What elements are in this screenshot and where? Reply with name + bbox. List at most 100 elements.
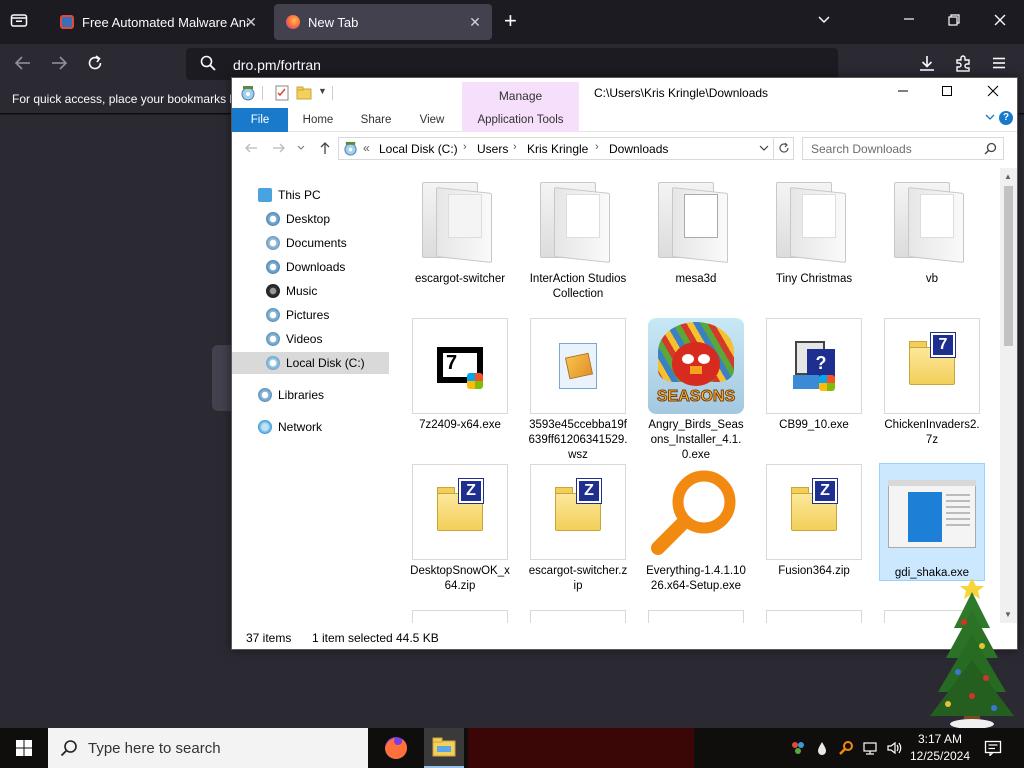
close-button[interactable] xyxy=(970,80,1016,106)
tray-network-icon[interactable] xyxy=(862,740,878,756)
forward-arrow-icon[interactable] xyxy=(50,54,68,78)
nav-desktop[interactable]: Desktop xyxy=(232,208,389,230)
back-arrow-icon[interactable] xyxy=(14,54,32,78)
nav-downloads[interactable]: Downloads xyxy=(232,256,389,278)
start-button[interactable] xyxy=(0,728,48,768)
file-item[interactable]: Z Fusion364.zip xyxy=(762,464,866,579)
browser-minimize-icon[interactable] xyxy=(902,12,916,32)
file-item[interactable]: 7 ChickenInvaders2.7z xyxy=(880,318,984,448)
address-history-chevron-icon[interactable] xyxy=(759,142,769,157)
nav-network[interactable]: Network xyxy=(232,416,389,438)
ribbon-tab-share[interactable]: Share xyxy=(350,108,402,132)
ribbon-tab-view[interactable]: View xyxy=(408,108,456,132)
file-name: ChickenInvaders2.7z xyxy=(884,419,980,446)
nav-music[interactable]: Music xyxy=(232,280,389,302)
forward-arrow-icon[interactable] xyxy=(272,141,286,159)
ribbon-tab-manage[interactable]: Manage xyxy=(462,82,579,109)
ribbon-tab-home[interactable]: Home xyxy=(292,108,344,132)
search-box[interactable] xyxy=(802,137,1004,160)
file-item[interactable]: SEASONS Angry_Birds_Seasons_Installer_4.… xyxy=(644,318,748,463)
browser-close-icon[interactable] xyxy=(993,13,1007,33)
ribbon-tab-application-tools[interactable]: Application Tools xyxy=(462,108,579,132)
file-item[interactable] xyxy=(762,610,866,623)
maximize-button[interactable] xyxy=(924,80,970,106)
close-tab-icon[interactable]: ✕ xyxy=(466,13,484,31)
file-item[interactable]: escargot-switcher xyxy=(408,172,512,287)
browser-restore-icon[interactable] xyxy=(947,13,961,33)
pc-drive-icon[interactable] xyxy=(240,85,256,101)
file-item[interactable]: Z escargot-switcher.zip xyxy=(526,464,630,594)
list-all-tabs-icon[interactable] xyxy=(10,12,28,34)
refresh-button[interactable] xyxy=(774,137,794,160)
breadcrumb-separator-icon[interactable]: › xyxy=(595,141,599,153)
breadcrumb-kris-kringle[interactable]: Kris Kringle xyxy=(527,142,588,156)
back-arrow-icon[interactable] xyxy=(244,141,258,159)
nav-local-disk[interactable]: Local Disk (C:) xyxy=(232,352,389,374)
search-icon[interactable] xyxy=(984,142,997,155)
tab-free-automated-malware-analysis[interactable]: Free Automated Malware Analy ✕ xyxy=(48,4,268,40)
system-clock[interactable]: 3:17 AM 12/25/2024 xyxy=(908,731,972,765)
new-folder-icon[interactable] xyxy=(296,85,312,101)
up-arrow-icon[interactable] xyxy=(318,141,332,159)
tray-search-everything-icon[interactable] xyxy=(838,740,854,756)
breadcrumb-downloads[interactable]: Downloads xyxy=(609,142,668,156)
extensions-icon[interactable] xyxy=(954,54,972,78)
qat-customize-chevron-icon[interactable]: ▼ xyxy=(318,86,327,96)
downloads-icon[interactable] xyxy=(918,54,936,78)
tray-network-status-icon[interactable] xyxy=(790,740,806,756)
file-item[interactable]: Everything-1.4.1.1026.x64-Setup.exe xyxy=(644,464,748,594)
taskbar-file-explorer[interactable] xyxy=(424,728,464,768)
file-item[interactable]: ? CB99_10.exe xyxy=(762,318,866,433)
close-tab-icon[interactable]: ✕ xyxy=(242,13,260,31)
file-item[interactable]: 3593e45ccebba19f639ff61206341529.wsz xyxy=(526,318,630,463)
file-item[interactable] xyxy=(644,610,748,623)
ribbon-tab-file[interactable]: File xyxy=(232,108,288,132)
properties-checklist-icon[interactable] xyxy=(274,85,290,101)
file-item[interactable]: mesa3d xyxy=(644,172,748,287)
nav-libraries[interactable]: Libraries xyxy=(232,384,389,406)
nav-this-pc[interactable]: This PC xyxy=(232,184,389,206)
ribbon-expand-chevron-icon[interactable] xyxy=(985,112,995,125)
downloads-icon xyxy=(266,260,280,274)
breadcrumb-users[interactable]: Users xyxy=(477,142,508,156)
tray-droplet-icon[interactable] xyxy=(814,740,830,756)
tab-overflow-chevron-icon[interactable] xyxy=(816,12,832,34)
url-bar[interactable]: dro.pm/fortran xyxy=(186,48,838,80)
minimize-icon xyxy=(898,90,908,92)
file-item[interactable]: Tiny Christmas xyxy=(762,172,866,287)
nav-label: Documents xyxy=(286,236,347,250)
nav-pictures[interactable]: Pictures xyxy=(232,304,389,326)
breadcrumb-separator-icon[interactable]: › xyxy=(463,141,467,153)
tab-new-tab[interactable]: New Tab ✕ xyxy=(274,4,492,40)
breadcrumb-overflow[interactable]: « xyxy=(363,141,370,155)
scroll-thumb[interactable] xyxy=(1004,186,1013,346)
search-input[interactable] xyxy=(803,138,981,159)
breadcrumb-local-disk[interactable]: Local Disk (C:) xyxy=(379,142,458,156)
file-item[interactable] xyxy=(408,610,512,623)
nav-documents[interactable]: Documents xyxy=(232,232,389,254)
vertical-scrollbar[interactable]: ▲ ▼ xyxy=(1000,168,1017,623)
file-item[interactable] xyxy=(526,610,630,623)
taskbar-firefox[interactable] xyxy=(376,728,416,768)
breadcrumb-separator-icon[interactable]: › xyxy=(513,141,517,153)
scroll-up-icon[interactable]: ▲ xyxy=(1004,172,1012,181)
reload-icon[interactable] xyxy=(86,54,104,78)
hamburger-menu-icon[interactable] xyxy=(990,54,1008,78)
local-disk-icon xyxy=(266,356,280,370)
nav-videos[interactable]: Videos xyxy=(232,328,389,350)
file-item-selected[interactable]: gdi_shaka.exe xyxy=(879,463,985,581)
minimize-button[interactable] xyxy=(880,80,926,106)
file-item[interactable]: InterAction Studios Collection xyxy=(526,172,630,302)
search-icon xyxy=(60,740,77,757)
file-item[interactable]: Z DesktopSnowOK_x64.zip xyxy=(408,464,512,594)
file-item[interactable]: 7 7z2409-x64.exe xyxy=(408,318,512,433)
file-name: 3593e45ccebba19f639ff61206341529.wsz xyxy=(528,419,628,461)
tray-volume-icon[interactable] xyxy=(886,740,902,756)
new-tab-button[interactable]: + xyxy=(504,10,517,32)
file-item[interactable]: vb xyxy=(880,172,984,287)
notifications-icon[interactable] xyxy=(984,740,1002,757)
address-bar[interactable]: « Local Disk (C:) › Users › Kris Kringle… xyxy=(338,137,774,160)
recent-locations-chevron-icon[interactable] xyxy=(297,141,305,159)
help-icon[interactable]: ? xyxy=(999,111,1013,125)
taskbar-search-box[interactable]: Type here to search xyxy=(48,728,368,768)
